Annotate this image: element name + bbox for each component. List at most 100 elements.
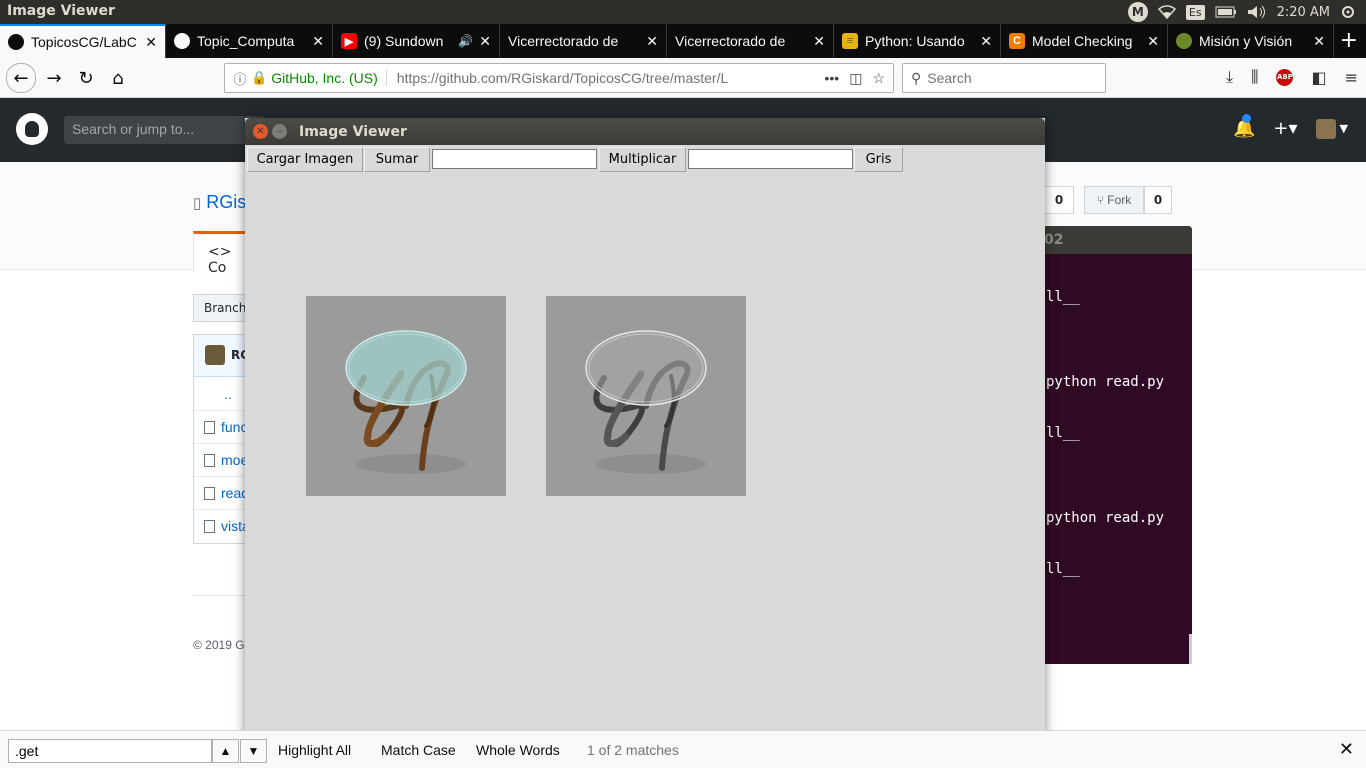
search-field[interactable]: ⚲ Search [902,63,1106,93]
volume-icon[interactable] [1247,5,1267,19]
user-menu[interactable]: ▼ [1315,118,1348,139]
sidebar-icon[interactable]: ◧ [1311,68,1326,87]
avatar[interactable] [205,345,225,365]
url-bar[interactable]: ⓘ 🔒 GitHub, Inc. (US) https://github.com… [224,63,894,93]
pocket-icon[interactable]: ◫ [849,70,862,87]
terminal-line: ll__ [1046,561,1080,577]
footer-divider [193,595,253,596]
whole-words-toggle[interactable]: Whole Words [476,742,560,758]
youtube-icon: ▶ [341,33,357,49]
list-item-parent-dir[interactable]: .. [194,377,252,410]
browser-tab-bar: TopicosCG/LabC ✕ Topic_Computa ✕ ▶ (9) S… [0,24,1366,58]
tab-vicerrectorado-1[interactable]: Vicerrectorado de ✕ [500,24,667,58]
info-icon[interactable]: ⓘ [229,69,251,88]
fork-counter[interactable]: 0 [1144,186,1172,214]
fork-button[interactable]: ⑂ Fork [1084,186,1144,214]
minimize-window-icon[interactable]: – [272,124,287,139]
adblock-icon[interactable]: ABP [1276,68,1294,86]
close-tab-icon[interactable]: ✕ [813,33,825,50]
bookmark-star-icon[interactable]: ☆ [872,70,885,87]
close-tab-icon[interactable]: ✕ [312,33,324,50]
reload-icon[interactable]: ↻ [72,64,100,92]
github-search-input[interactable]: Search or jump to... [64,116,264,144]
file-icon [204,486,215,500]
tab-mision-vision[interactable]: Misión y Visión ✕ [1168,24,1334,58]
footer-copyright: © 2019 G [193,638,245,652]
notifications-bell-icon[interactable]: 🔔 [1233,114,1255,139]
close-tab-icon[interactable]: ✕ [646,33,658,50]
lock-icon[interactable]: 🔒 [251,70,267,86]
keyboard-layout-indicator[interactable]: Es [1185,4,1205,20]
close-findbar-icon[interactable]: ✕ [1339,739,1354,760]
mail-indicator-icon[interactable]: M [1127,2,1148,22]
original-image [306,296,506,496]
forward-arrow-icon[interactable]: → [40,64,68,92]
speaker-audio-icon[interactable]: 🔊 [458,34,473,48]
find-next-icon[interactable]: ▼ [240,739,267,763]
multiply-value-input[interactable] [688,149,853,169]
terminal-window[interactable]: 02 ll__ python read.py ll__ python read.… [1040,226,1192,664]
highlight-all-toggle[interactable]: Highlight All [278,742,351,758]
system-tray: M Es 2:20 AM [1127,0,1366,24]
notification-dot [1241,114,1251,123]
caret-down-icon: ▼ [1339,122,1348,135]
star-counter[interactable]: 0 [1044,186,1074,214]
home-icon[interactable]: ⌂ [104,64,132,92]
tab-vicerrectorado-2[interactable]: Vicerrectorado de ✕ [667,24,834,58]
list-item[interactable]: moe [194,443,252,476]
close-tab-icon[interactable]: ✕ [479,33,491,50]
page-actions-icon[interactable]: ••• [824,70,839,87]
tab-python-usando[interactable]: ≡ Python: Usando ✕ [834,24,1001,58]
list-item[interactable]: func [194,410,252,443]
github-logo-icon[interactable] [16,113,48,145]
wifi-icon[interactable] [1157,5,1176,19]
search-icon: ⚲ [911,69,922,86]
close-tab-icon[interactable]: ✕ [1313,33,1325,50]
tab-sundown[interactable]: ▶ (9) Sundown 🔊 ✕ [333,24,500,58]
grayscale-image [546,296,746,496]
grayscale-button[interactable]: Gris [854,147,903,172]
terminal-title: 02 [1040,226,1192,254]
tab-code[interactable]: <> Co [193,231,253,276]
github-icon [8,34,24,50]
file-icon [204,519,215,533]
add-button[interactable]: Sumar [364,147,430,172]
close-window-icon[interactable]: ✕ [253,124,268,139]
url-text[interactable]: https://github.com/RGiskard/TopicosCG/tr… [397,70,825,86]
terminal-line: ll__ [1046,289,1080,305]
load-image-button[interactable]: Cargar Imagen [247,147,363,172]
downloads-icon[interactable]: ⤓ [1226,67,1233,87]
hamburger-menu-icon[interactable]: ≡ [1345,68,1358,87]
match-case-toggle[interactable]: Match Case [381,742,456,758]
close-tab-icon[interactable]: ✕ [980,33,992,50]
glass-table-image [306,296,506,496]
find-match-count: 1 of 2 matches [587,742,679,758]
multiply-button[interactable]: Multiplicar [599,147,686,172]
find-bar: ▲ ▼ Highlight All Match Case Whole Words… [0,730,1366,768]
close-tab-icon[interactable]: ✕ [145,34,157,51]
terminal-scrollbar[interactable] [1189,634,1192,664]
close-tab-icon[interactable]: ✕ [1147,33,1159,50]
tab-topicoscg[interactable]: TopicosCG/LabC ✕ [0,24,166,58]
back-arrow-icon[interactable]: ← [6,63,36,93]
find-previous-icon[interactable]: ▲ [212,739,239,763]
list-item[interactable]: vista [194,509,252,542]
battery-icon[interactable] [1215,6,1237,18]
create-new-plus-icon[interactable]: +▾ [1273,118,1297,139]
tab-model-checking[interactable]: C Model Checking ✕ [1001,24,1168,58]
new-tab-icon[interactable]: + [1340,28,1358,53]
repo-owner-link[interactable]: ▯ RGis [193,192,246,213]
branch-selector[interactable]: Branch: [193,294,253,322]
list-item[interactable]: read [194,476,252,509]
power-gear-icon[interactable] [1340,4,1356,20]
window-titlebar[interactable]: ✕ – Image Viewer [245,118,1045,145]
code-icon: <> [208,244,232,260]
site-identity[interactable]: GitHub, Inc. (US) [271,70,387,86]
add-value-input[interactable] [432,149,597,169]
library-icon[interactable]: ⫼ [1251,67,1258,87]
find-input[interactable] [8,739,212,763]
c-logo-icon: C [1009,33,1025,49]
tab-topic-computa[interactable]: Topic_Computa ✕ [166,24,333,58]
page-favicon-icon [1176,33,1192,49]
clock[interactable]: 2:20 AM [1277,5,1330,20]
